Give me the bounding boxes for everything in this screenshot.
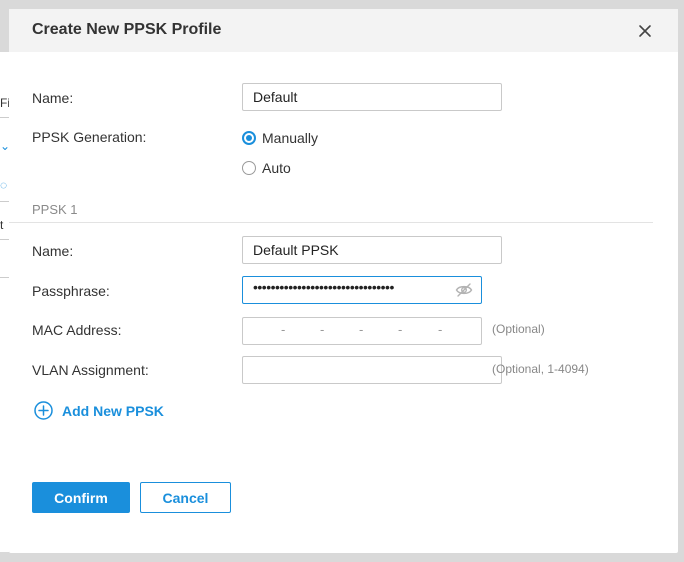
mac-address-input[interactable]: - - - - - <box>242 317 482 345</box>
ppsk-section-title: PPSK 1 <box>32 202 78 217</box>
passphrase-masked-value: •••••••••••••••••••••••••••••••• <box>253 279 394 295</box>
ppsk-name-label: Name: <box>32 243 74 259</box>
radio-manually[interactable]: Manually <box>242 130 318 146</box>
eye-hidden-icon[interactable] <box>455 281 473 299</box>
create-ppsk-dialog: Create New PPSK Profile Name: PPSK Gener… <box>9 9 678 553</box>
ppsk-name-input[interactable] <box>242 236 502 264</box>
radio-auto-label: Auto <box>262 160 291 176</box>
radio-manually-label: Manually <box>262 130 319 146</box>
mac-address-label: MAC Address: <box>32 322 122 338</box>
section-divider <box>9 222 653 223</box>
profile-name-input[interactable] <box>242 83 502 111</box>
radio-auto[interactable]: Auto <box>242 160 291 176</box>
mac-separator: - <box>438 322 443 337</box>
vlan-assignment-label: VLAN Assignment: <box>32 362 149 378</box>
background-page <box>0 52 9 552</box>
background-divider <box>0 201 9 202</box>
passphrase-input[interactable]: •••••••••••••••••••••••••••••••• <box>242 276 482 304</box>
background-radio-icon: ◌ <box>0 178 8 192</box>
mac-separator: - <box>281 322 286 337</box>
dialog-title: Create New PPSK Profile <box>32 21 222 38</box>
profile-name-label: Name: <box>32 90 74 106</box>
confirm-button[interactable]: Confirm <box>32 482 130 513</box>
cancel-button[interactable]: Cancel <box>140 482 231 513</box>
plus-circle-icon <box>34 401 53 420</box>
radio-unchecked-icon <box>242 161 256 175</box>
add-new-ppsk-link[interactable]: Add New PPSK <box>34 401 164 420</box>
mac-separator: - <box>320 322 325 337</box>
background-divider <box>0 117 9 118</box>
vlan-assignment-input[interactable] <box>242 356 502 384</box>
dialog-header: Create New PPSK Profile <box>9 9 678 52</box>
background-divider <box>0 277 9 278</box>
ppsk-generation-label: PPSK Generation: <box>32 129 147 145</box>
mac-separator: - <box>359 322 364 337</box>
close-icon[interactable] <box>637 23 653 39</box>
mac-address-hint: (Optional) <box>492 322 545 336</box>
vlan-assignment-hint: (Optional, 1-4094) <box>492 362 589 376</box>
background-text-fragment: t <box>0 218 4 232</box>
mac-separator: - <box>398 322 403 337</box>
add-new-ppsk-label: Add New PPSK <box>62 402 164 419</box>
radio-checked-icon <box>242 131 256 145</box>
background-divider <box>0 239 9 240</box>
passphrase-label: Passphrase: <box>32 283 110 299</box>
